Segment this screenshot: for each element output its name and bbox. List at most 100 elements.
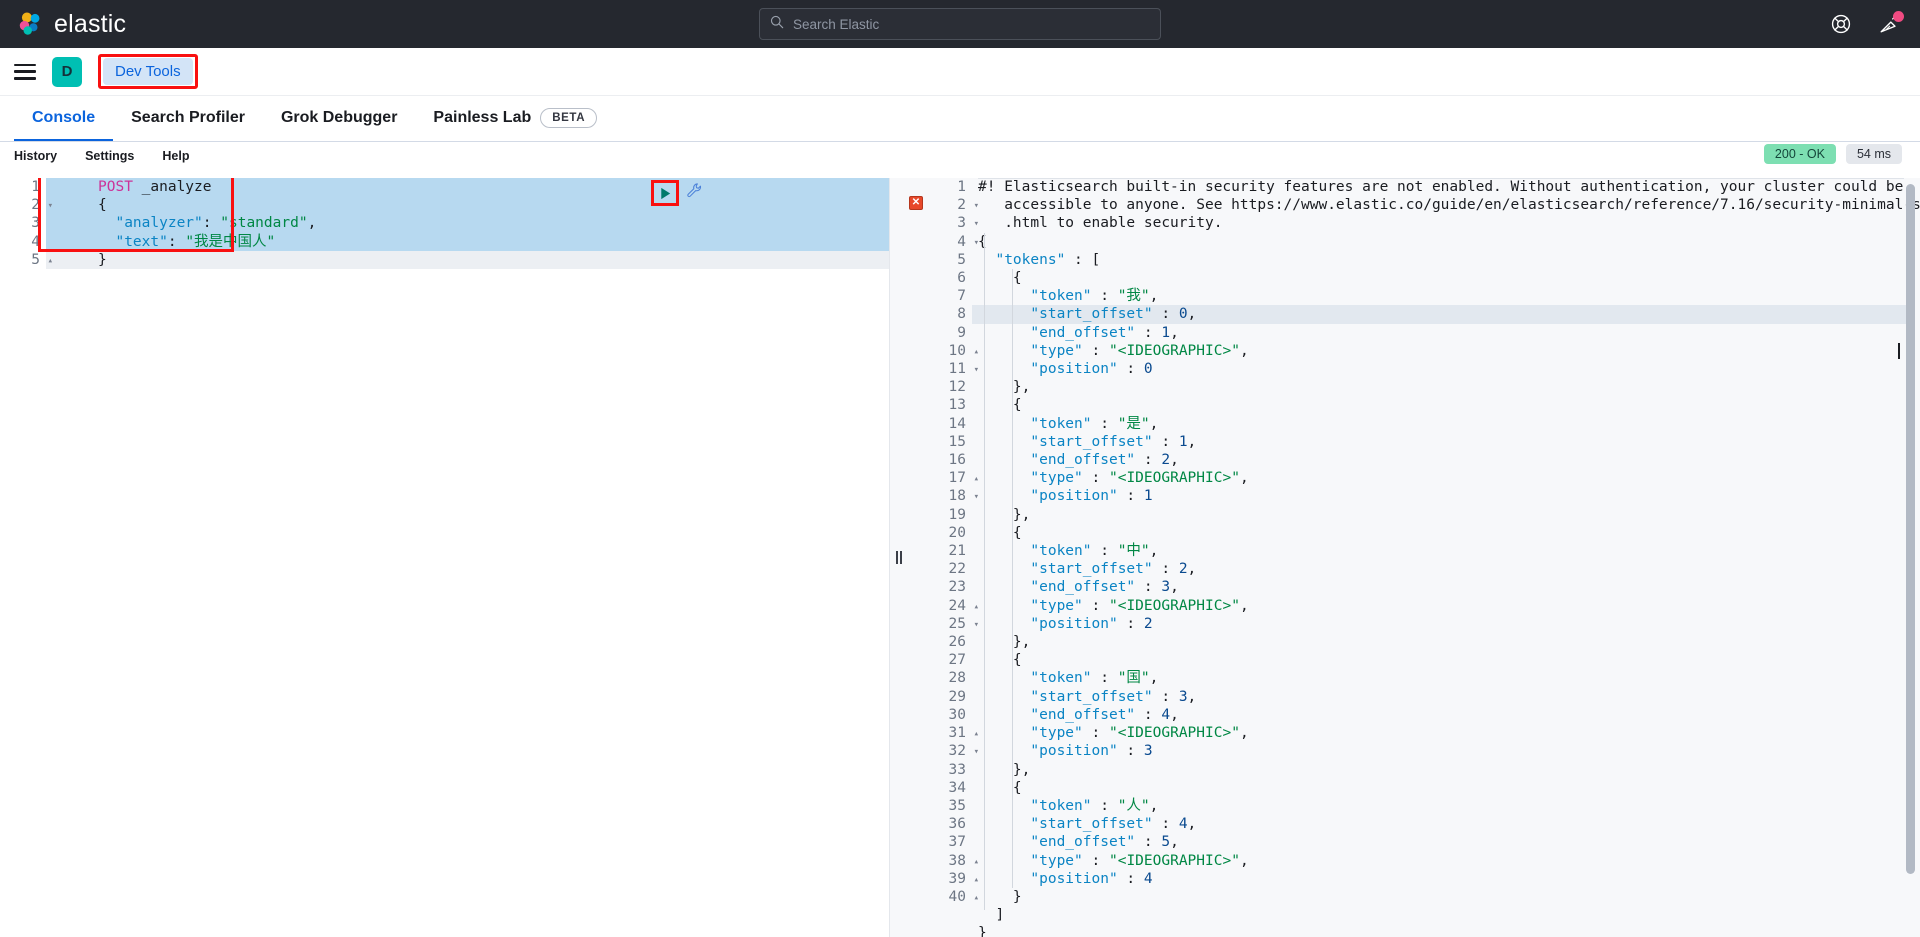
code-token: "position" — [1030, 488, 1118, 505]
status-badge-time: 54 ms — [1845, 144, 1902, 164]
code-line: }, — [978, 633, 1898, 651]
code-token: "type" — [1030, 470, 1083, 487]
line-number: 22 — [948, 561, 966, 578]
code-token: , — [1239, 852, 1249, 869]
hamburger-icon[interactable] — [14, 63, 36, 80]
space-avatar[interactable]: D — [52, 56, 82, 87]
code-token: : — [1135, 324, 1162, 341]
play-icon[interactable] — [656, 184, 674, 202]
code-token: : — [1091, 797, 1118, 814]
tab-painless-lab-label: Painless Lab — [433, 108, 532, 126]
code-token: , — [1187, 306, 1197, 323]
tab-painless-lab[interactable]: Painless Lab BETA — [415, 96, 615, 141]
code-line: "position" : 0 — [978, 360, 1898, 378]
code-line: "position" : 1 — [978, 487, 1898, 505]
code-token: , — [1239, 342, 1249, 359]
elastic-brand[interactable]: elastic — [0, 10, 126, 39]
request-editor[interactable]: 1 2 ▾ 3 4 5 ▴ POST _analyze{ "analyzer": "stan… — [0, 178, 890, 937]
breadcrumb-dev-tools[interactable]: Dev Tools — [103, 58, 193, 85]
code-token: : — [1152, 306, 1179, 323]
announcement-icon[interactable] — [1878, 11, 1904, 35]
output-scrollbar-thumb[interactable] — [1906, 184, 1915, 874]
line-number: 2 ▾ — [0, 196, 53, 214]
line-number: 19 — [948, 506, 966, 523]
global-search-input[interactable]: Search Elastic — [759, 8, 1161, 40]
line-number: 23 — [948, 579, 966, 596]
code-token: : — [167, 233, 186, 250]
code-token: : — [1082, 852, 1109, 869]
code-line: } — [978, 888, 1898, 906]
breadcrumb-bar: D Dev Tools — [0, 48, 1920, 96]
code-token: : — [1117, 870, 1144, 887]
code-token: "token" — [1030, 288, 1092, 305]
code-token: "position" — [1030, 361, 1118, 378]
beta-badge: BETA — [540, 107, 598, 128]
code-token: "<IDEOGRAPHIC>" — [1108, 725, 1240, 742]
code-token: accessible to anyone. See https://www.el… — [978, 197, 1920, 214]
code-token: "text" — [115, 233, 168, 250]
code-token: 3 — [1161, 579, 1171, 596]
line-number: 1 — [31, 179, 40, 195]
code-token: 3 — [1178, 688, 1188, 705]
lifebuoy-icon[interactable] — [1830, 13, 1852, 35]
code-line: "start_offset" : 2, — [978, 560, 1898, 578]
response-output[interactable]: 1 2 ▾ 3 ▾ 4 ▾ 5 6 7 8 9 10 ▴ 11 ▾ 12 13 14 15 16 17 ▴ 18 ▾ 19 20 21… — [908, 178, 1920, 937]
code-token: }, — [978, 506, 1031, 523]
code-token: "<IDEOGRAPHIC>" — [1108, 852, 1240, 869]
error-x-icon[interactable]: ✕ — [909, 195, 923, 210]
line-number: 17 ▴ — [916, 469, 979, 487]
code-token: }, — [978, 761, 1031, 778]
code-token: , — [1170, 324, 1179, 341]
app-tabs: Console Search Profiler Grok Debugger Pa… — [0, 96, 1920, 142]
output-scrollbar[interactable] — [1906, 184, 1915, 933]
global-search-placeholder: Search Elastic — [793, 16, 880, 32]
code-line: "end_offset" : 1, — [978, 324, 1898, 342]
tab-search-profiler[interactable]: Search Profiler — [113, 96, 263, 141]
code-line: } — [978, 924, 1898, 937]
line-number: 18 ▾ — [916, 487, 979, 505]
code-token: "type" — [1030, 725, 1083, 742]
code-token: "tokens" — [995, 251, 1066, 268]
console-menu-settings[interactable]: Settings — [85, 149, 134, 163]
code-token: .html to enable security. — [978, 215, 1223, 232]
code-token: "position" — [1030, 870, 1118, 887]
code-token: , — [1239, 725, 1249, 742]
tab-search-profiler-label: Search Profiler — [131, 108, 245, 126]
editor-code-area[interactable]: POST _analyze{ "analyzer": "standard", "… — [46, 178, 889, 937]
code-token: "type" — [1030, 597, 1083, 614]
code-line: }, — [978, 506, 1898, 524]
line-number: 32 ▾ — [916, 742, 979, 760]
line-number: 30 — [948, 706, 966, 723]
code-token: "中" — [1117, 543, 1150, 560]
line-number: 16 — [948, 452, 966, 469]
console-menu-history[interactable]: History — [14, 149, 57, 163]
pane-splitter[interactable] — [890, 178, 908, 937]
code-line: "start_offset" : 4, — [978, 815, 1898, 833]
tab-console[interactable]: Console — [14, 96, 114, 141]
code-line: "position" : 3 — [978, 742, 1898, 760]
code-token: , — [1170, 834, 1179, 851]
header-actions — [1830, 11, 1904, 35]
code-token: "我" — [1117, 288, 1150, 305]
wrench-icon[interactable] — [686, 182, 703, 204]
code-line: POST _analyze — [98, 178, 316, 196]
code-token: "end_offset" — [1030, 834, 1136, 851]
code-line: "token" : "我", — [978, 287, 1898, 305]
code-token: : — [1152, 561, 1179, 578]
code-token: : — [1082, 597, 1109, 614]
line-number: 25 ▾ — [916, 615, 979, 633]
code-token: }, — [978, 379, 1031, 396]
console-menu-help[interactable]: Help — [162, 149, 189, 163]
indent-guide — [1012, 269, 1013, 888]
tab-grok-debugger[interactable]: Grok Debugger — [263, 96, 415, 141]
code-line: "start_offset" : 3, — [978, 688, 1898, 706]
code-token: : — [202, 215, 221, 232]
